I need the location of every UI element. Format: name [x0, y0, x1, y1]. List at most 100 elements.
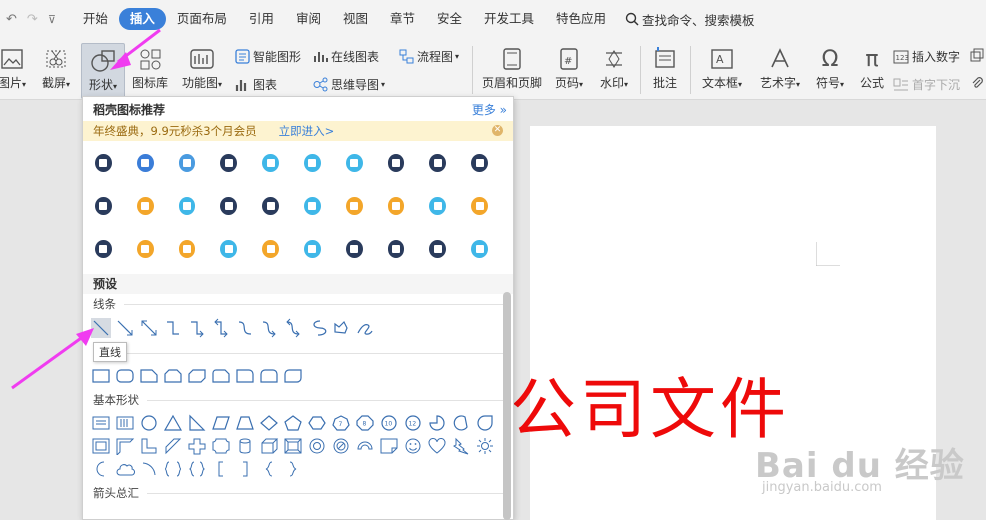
basic-shape-octagon[interactable]: 8 — [355, 414, 375, 432]
page-number-button[interactable]: # 页码▾ — [551, 42, 587, 91]
menu-item[interactable]: 章节 — [379, 8, 426, 30]
line-shape-straight[interactable] — [91, 318, 111, 338]
menu-item[interactable]: 审阅 — [285, 8, 332, 30]
more-link[interactable]: 更多 » — [472, 101, 507, 118]
basic-shape-chord[interactable] — [451, 414, 471, 432]
recommended-icon[interactable] — [136, 153, 154, 172]
recommended-icon[interactable] — [345, 239, 363, 258]
menu-item[interactable]: 插入 — [118, 8, 166, 30]
recommended-icon[interactable] — [136, 196, 154, 215]
basic-shape-heart[interactable] — [427, 437, 447, 455]
recommended-icon[interactable] — [387, 239, 405, 258]
recommended-icon[interactable] — [345, 153, 363, 172]
symbol-button[interactable]: Ω 符号▾ — [812, 42, 848, 91]
basic-shape-triangle[interactable] — [163, 414, 183, 432]
line-shape-elbow-arrow[interactable] — [187, 318, 207, 338]
attachment-icon[interactable] — [970, 76, 984, 90]
promo-link[interactable]: 立即进入> — [279, 123, 335, 139]
basic-shape-bracket-pair[interactable] — [163, 460, 183, 478]
recommended-icon[interactable] — [471, 153, 488, 172]
wordart-button[interactable]: 艺术字▾ — [754, 42, 806, 91]
recommended-icon[interactable] — [220, 153, 238, 172]
basic-shape-cube[interactable] — [259, 437, 279, 455]
line-shape-curve-arrow[interactable] — [259, 318, 279, 338]
line-shape-arrow[interactable] — [115, 318, 135, 338]
basic-shape-decagon[interactable]: 10 — [379, 414, 399, 432]
basic-shape-trapezoid[interactable] — [235, 414, 255, 432]
rect-shape-rounded[interactable] — [115, 367, 135, 385]
basic-shape-right-brace[interactable] — [283, 460, 303, 478]
basic-shape-vtextbox[interactable] — [115, 414, 135, 432]
menu-item[interactable]: 开发工具 — [473, 8, 545, 30]
menu-item[interactable]: 引用 — [238, 8, 285, 30]
icon-library-button[interactable]: 图标库 — [128, 42, 172, 91]
line-shape-curve-double[interactable] — [283, 318, 303, 338]
search-command[interactable]: 查找命令、搜索模板 — [625, 10, 755, 29]
recommended-icon[interactable] — [345, 196, 363, 215]
recommended-icon[interactable] — [429, 196, 447, 215]
recommended-icon[interactable] — [136, 239, 154, 258]
rect-shape-snip2[interactable] — [163, 367, 183, 385]
basic-shape-no-symbol[interactable] — [331, 437, 351, 455]
line-shape-freeform[interactable] — [331, 318, 351, 338]
basic-shape-plaque[interactable] — [211, 437, 231, 455]
recommended-icon[interactable] — [429, 239, 447, 258]
basic-shape-left-bracket[interactable] — [211, 460, 231, 478]
basic-shape-right-triangle[interactable] — [187, 414, 207, 432]
screenshot-button[interactable]: 截屏▾ — [38, 42, 74, 91]
recommended-icon[interactable] — [220, 196, 238, 215]
undo-icon[interactable]: ↶ — [6, 12, 17, 27]
menu-item[interactable]: 视图 — [332, 8, 379, 30]
menu-item[interactable]: 特色应用 — [545, 8, 617, 30]
recommended-icon[interactable] — [178, 196, 196, 215]
line-shape-double-arrow[interactable] — [139, 318, 159, 338]
basic-shape-arc[interactable] — [139, 460, 159, 478]
recommended-icon[interactable] — [303, 153, 321, 172]
basic-shape-cross[interactable] — [187, 437, 207, 455]
recommended-icon[interactable] — [387, 196, 405, 215]
online-chart-button[interactable]: 在线图表 — [312, 48, 379, 65]
shapes-button[interactable]: 形状▾ — [81, 43, 125, 99]
recommended-icon[interactable] — [178, 239, 196, 258]
recommended-icon[interactable] — [178, 153, 196, 172]
chart-button[interactable]: 图表 — [234, 76, 277, 93]
basic-shape-folded-corner[interactable] — [379, 437, 399, 455]
basic-shape-half-frame[interactable] — [115, 437, 135, 455]
basic-shape-lightning[interactable] — [451, 437, 471, 455]
recommended-icon[interactable] — [471, 239, 488, 258]
recommended-icon[interactable] — [262, 239, 279, 258]
recommended-icon[interactable] — [471, 196, 488, 215]
basic-shape-cloud[interactable] — [115, 460, 135, 478]
recommended-icon[interactable] — [95, 196, 112, 215]
basic-shape-moon[interactable] — [91, 460, 111, 478]
document-text[interactable]: 公司文件 — [510, 356, 790, 452]
basic-shape-left-brace[interactable] — [259, 460, 279, 478]
basic-shape-donut[interactable] — [307, 437, 327, 455]
more-ribbon-icon[interactable] — [970, 48, 984, 62]
recommended-icon[interactable] — [303, 196, 321, 215]
basic-shape-diamond[interactable] — [259, 414, 279, 432]
basic-shape-block-arc[interactable] — [355, 437, 375, 455]
rect-shape-snip1[interactable] — [139, 367, 159, 385]
basic-shape-parallelogram[interactable] — [211, 414, 231, 432]
rect-shape-snip-diag[interactable] — [187, 367, 207, 385]
rect-shape-snip-round[interactable] — [211, 367, 231, 385]
line-shape-scurve[interactable] — [307, 318, 327, 338]
recommended-icon[interactable] — [262, 153, 279, 172]
basic-shape-heptagon[interactable]: 7 — [331, 414, 351, 432]
mindmap-button[interactable]: 思维导图 ▾ — [312, 76, 385, 93]
insert-number-button[interactable]: 123 插入数字 — [893, 48, 960, 65]
rect-shape-rect[interactable] — [91, 367, 111, 385]
basic-shape-bevel[interactable] — [283, 437, 303, 455]
picture-button[interactable]: 图片▾ — [0, 42, 30, 91]
basic-shape-pentagon[interactable] — [283, 414, 303, 432]
basic-shape-circle[interactable] — [139, 414, 159, 432]
textbox-button[interactable]: A 文本框▾ — [696, 42, 748, 91]
line-shape-scribble[interactable] — [355, 318, 375, 338]
close-icon[interactable]: ✕ — [492, 125, 503, 136]
line-shape-curve[interactable] — [235, 318, 255, 338]
function-chart-button[interactable]: 功能图▾ — [176, 42, 228, 91]
redo-icon[interactable]: ↷ — [27, 12, 38, 27]
rect-shape-round1[interactable] — [235, 367, 255, 385]
line-shape-elbow-double[interactable] — [211, 318, 231, 338]
